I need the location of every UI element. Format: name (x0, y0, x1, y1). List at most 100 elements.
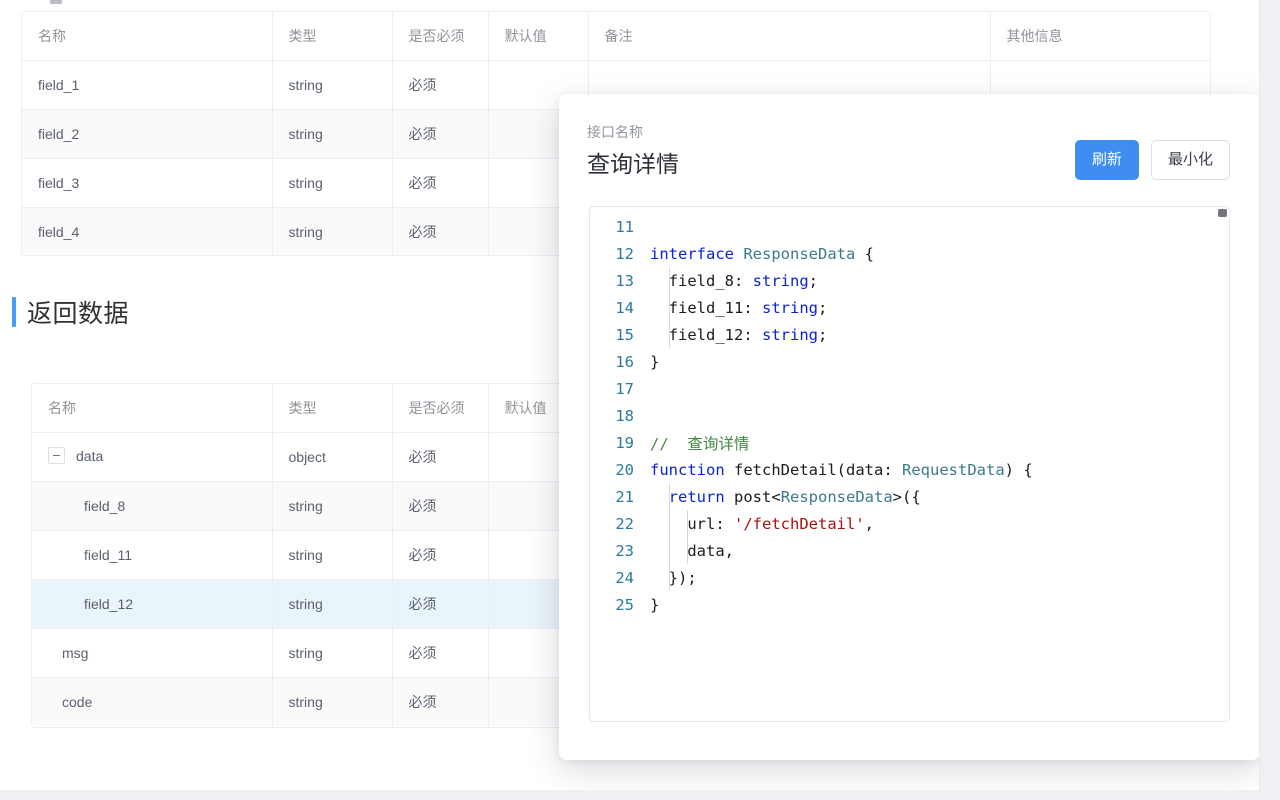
cell-name: code (32, 677, 272, 726)
cell-required: 必须 (392, 677, 488, 726)
cell-type: string (272, 481, 392, 530)
line-number: 25 (590, 596, 648, 614)
code-line: 13 field_8: string; (590, 267, 1229, 294)
column-header-4: 备注 (588, 12, 990, 60)
cell-type: string (272, 109, 392, 158)
tree-collapse-toggle[interactable] (48, 447, 65, 464)
modal-actions: 刷新 最小化 (1075, 140, 1230, 180)
line-number: 11 (590, 218, 648, 236)
code-line: 23 data, (590, 537, 1229, 564)
refresh-button[interactable]: 刷新 (1075, 140, 1139, 180)
cell-required: 必须 (392, 109, 488, 158)
cell-name: field_12 (32, 579, 272, 628)
indent-guide (669, 483, 670, 591)
cell-required: 必须 (392, 530, 488, 579)
code-viewer[interactable]: 1112interface ResponseData {13 field_8: … (589, 206, 1230, 722)
cell-type: string (272, 628, 392, 677)
cell-name: data (32, 432, 272, 481)
line-number: 14 (590, 299, 648, 317)
line-number: 24 (590, 569, 648, 587)
line-number: 20 (590, 461, 648, 479)
code-line: 15 field_12: string; (590, 321, 1229, 348)
cell-name: msg (32, 628, 272, 677)
page-root: 名称类型是否必须默认值备注其他信息 field_1string必须field_2… (0, 0, 1280, 800)
response-section-title: 返回数据 (12, 294, 129, 330)
row-name-label: field_11 (84, 547, 132, 563)
table-header-row: 名称类型是否必须默认值备注其他信息 (22, 12, 1210, 60)
section-accent-bar (12, 297, 16, 327)
line-number: 12 (590, 245, 648, 263)
minimize-button[interactable]: 最小化 (1151, 140, 1230, 180)
line-number: 21 (590, 488, 648, 506)
code-line: 22 url: '/fetchDetail', (590, 510, 1229, 537)
code-text: return post<ResponseData>({ (648, 488, 1229, 506)
modal-subtitle: 接口名称 (587, 125, 1230, 139)
row-name-label: field_8 (84, 498, 125, 514)
code-text: // 查询详情 (648, 432, 1229, 454)
code-text: data, (648, 542, 1229, 560)
cell-name: field_3 (22, 158, 272, 207)
indent-guide (669, 267, 670, 348)
code-line: 16} (590, 348, 1229, 375)
cell-type: string (272, 530, 392, 579)
code-line: 20function fetchDetail(data: RequestData… (590, 456, 1229, 483)
cell-required: 必须 (392, 628, 488, 677)
cell-type: string (272, 60, 392, 109)
cell-type: string (272, 207, 392, 256)
column-header-0: 名称 (22, 12, 272, 60)
column-header-0: 名称 (32, 384, 272, 432)
section-title-label: 返回数据 (27, 294, 129, 330)
code-text: }); (648, 569, 1229, 587)
line-number: 22 (590, 515, 648, 533)
code-line: 19// 查询详情 (590, 429, 1229, 456)
line-number: 18 (590, 407, 648, 425)
code-line: 12interface ResponseData { (590, 240, 1229, 267)
interface-detail-modal: 接口名称 查询详情 刷新 最小化 11 12interface ResponseD… (559, 94, 1260, 760)
cell-name: field_1 (22, 60, 272, 109)
code-text: function fetchDetail(data: RequestData) … (648, 461, 1229, 479)
cell-name: field_4 (22, 207, 272, 256)
row-name-label: msg (62, 645, 88, 661)
cut-off-element-sliver (50, 0, 62, 4)
column-header-2: 是否必须 (392, 384, 488, 432)
code-text: field_11: string; (648, 299, 1229, 317)
code-vertical-scrollbar[interactable] (1218, 209, 1227, 721)
column-header-3: 默认值 (488, 12, 588, 60)
line-number: 19 (590, 434, 648, 452)
column-header-1: 类型 (272, 384, 392, 432)
cell-name: field_8 (32, 481, 272, 530)
cell-required: 必须 (392, 158, 488, 207)
code-text: url: '/fetchDetail', (648, 515, 1229, 533)
code-line: 17 (590, 375, 1229, 402)
column-header-1: 类型 (272, 12, 392, 60)
code-line: 24 }); (590, 564, 1229, 591)
row-name-label: field_12 (84, 596, 133, 612)
modal-header: 接口名称 查询详情 刷新 最小化 (559, 94, 1260, 204)
code-scroll-area[interactable]: 1112interface ResponseData {13 field_8: … (590, 207, 1229, 721)
line-number: 13 (590, 272, 648, 290)
line-number: 17 (590, 380, 648, 398)
cell-required: 必须 (392, 432, 488, 481)
cell-name: field_11 (32, 530, 272, 579)
cell-type: string (272, 158, 392, 207)
code-line: 18 (590, 402, 1229, 429)
code-text: field_8: string; (648, 272, 1229, 290)
code-line: 21 return post<ResponseData>({ (590, 483, 1229, 510)
cell-required: 必须 (392, 207, 488, 256)
code-line: 14 field_11: string; (590, 294, 1229, 321)
page-bottom-gutter (0, 790, 1280, 800)
code-line: 25} (590, 591, 1229, 618)
code-line: 11 (590, 213, 1229, 240)
code-text: interface ResponseData { (648, 245, 1229, 263)
cell-type: string (272, 677, 392, 726)
cell-name: field_2 (22, 109, 272, 158)
line-number: 23 (590, 542, 648, 560)
line-number: 16 (590, 353, 648, 371)
code-text: } (648, 596, 1229, 614)
cell-required: 必须 (392, 579, 488, 628)
scrollbar-thumb[interactable] (1218, 209, 1227, 217)
cell-required: 必须 (392, 60, 488, 109)
indent-guide (687, 510, 688, 564)
code-lines: 1112interface ResponseData {13 field_8: … (590, 207, 1229, 618)
row-name-label: code (62, 694, 92, 710)
